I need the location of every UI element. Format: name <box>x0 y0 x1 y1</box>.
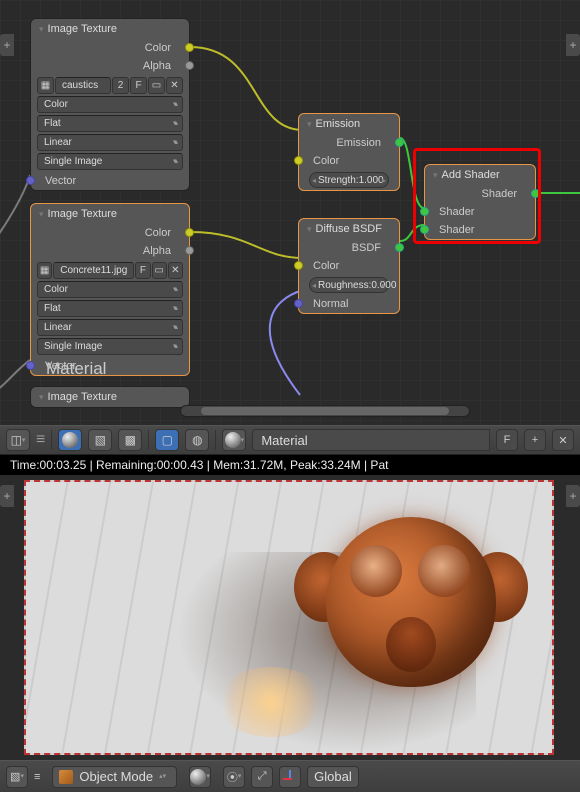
socket-label: Shader <box>482 188 517 200</box>
node-header: Image Texture <box>31 204 189 224</box>
projection-dropdown[interactable]: Flat <box>37 300 183 317</box>
interpolation-dropdown[interactable]: Linear <box>37 319 183 336</box>
editor-type-dropdown[interactable]: ▧▾ <box>6 766 28 788</box>
axes-icon[interactable] <box>279 766 301 788</box>
unlink-material-button[interactable]: ✕ <box>552 429 574 451</box>
socket-label: Color <box>313 260 339 272</box>
node-header: Image Texture <box>31 19 189 39</box>
shader-type-object-icon[interactable] <box>58 429 82 451</box>
image-name-field[interactable]: Concrete11.jpg <box>53 262 134 279</box>
orientation-dropdown[interactable]: Global <box>307 766 359 788</box>
manipulator-toggle[interactable]: ⤢ <box>251 766 273 788</box>
node-diffuse-bsdf[interactable]: Diffuse BSDF BSDF Color Roughness: 0.000… <box>298 218 400 314</box>
material-name-overlay: Material <box>46 359 106 379</box>
image-name-field[interactable]: caustics <box>55 77 111 94</box>
use-nodes-icon[interactable]: ▢ <box>155 429 179 451</box>
socket-label: Shader <box>439 224 474 236</box>
roughness-field[interactable]: Roughness: 0.000 <box>309 277 389 293</box>
horizontal-scrollbar[interactable] <box>180 405 470 417</box>
editor-type-dropdown[interactable]: ◫▾ <box>6 429 30 451</box>
node-header: Add Shader <box>425 165 535 185</box>
render-status-bar: Time:00:03.25 | Remaining:00:00.43 | Mem… <box>0 455 580 475</box>
render-preview <box>24 480 554 755</box>
socket-label: Shader <box>439 206 474 218</box>
node-emission[interactable]: Emission Emission Color Strength: 1.000 <box>298 113 400 191</box>
socket-label: Color <box>313 155 339 167</box>
socket-label: BSDF <box>352 242 381 254</box>
menu-collapse-icon[interactable]: ≡ <box>34 771 40 783</box>
node-image-texture-1[interactable]: Image Texture Color Alpha ▦ caustics 2 F… <box>30 18 190 191</box>
socket-label: Alpha <box>143 245 171 257</box>
node-image-texture-3[interactable]: Image Texture <box>30 386 190 408</box>
menu-collapse-icon[interactable]: ≡ <box>36 431 45 449</box>
interpolation-dropdown[interactable]: Linear <box>37 134 183 151</box>
material-browse-icon[interactable]: ▾ <box>222 429 246 451</box>
open-image-icon[interactable]: ▭ <box>148 77 165 94</box>
open-image-icon[interactable]: ▭ <box>152 262 167 279</box>
user-count[interactable]: 2 <box>112 77 129 94</box>
cube-icon <box>59 770 73 784</box>
socket-label: Color <box>145 42 171 54</box>
node-header: Diffuse BSDF <box>299 219 399 239</box>
socket-label: Vector <box>45 175 76 187</box>
new-material-button[interactable]: + <box>524 429 546 451</box>
source-dropdown[interactable]: Single Image <box>37 338 183 355</box>
socket-label: Alpha <box>143 60 171 72</box>
unlink-icon[interactable]: ✕ <box>168 262 183 279</box>
left-panel-toggle[interactable]: + <box>0 485 14 507</box>
node-header: Emission <box>299 114 399 134</box>
colorspace-dropdown[interactable]: Color <box>37 96 183 113</box>
suzanne-mesh <box>286 497 526 707</box>
world-shader-icon[interactable]: ◍ <box>185 429 209 451</box>
node-editor[interactable]: + + Image Texture Color Alpha ▦ caustics… <box>0 0 580 425</box>
right-panel-toggle[interactable]: + <box>566 485 580 507</box>
shader-type-linestyle-icon[interactable]: ▩ <box>118 429 142 451</box>
colorspace-dropdown[interactable]: Color <box>37 281 183 298</box>
socket-label: Color <box>145 227 171 239</box>
mode-dropdown[interactable]: Object Mode ▴▾ <box>52 766 177 788</box>
shader-type-world-icon[interactable]: ▧ <box>88 429 112 451</box>
left-panel-toggle[interactable]: + <box>0 34 14 56</box>
node-image-texture-2[interactable]: Image Texture Color Alpha ▦ Concrete11.j… <box>30 203 190 376</box>
material-name-field[interactable]: Material <box>252 429 490 451</box>
fake-user-toggle[interactable]: F <box>135 262 150 279</box>
node-editor-toolbar: ◫▾ ≡ ▧ ▩ ▢ ◍ ▾ Material F + ✕ <box>0 425 580 455</box>
socket-label: Emission <box>336 137 381 149</box>
fake-user-toggle[interactable]: F <box>130 77 147 94</box>
pivot-dropdown[interactable]: ⦿▾ <box>223 766 245 788</box>
image-browse-icon[interactable]: ▦ <box>37 77 54 94</box>
fake-user-toggle[interactable]: F <box>496 429 518 451</box>
unlink-icon[interactable]: ✕ <box>166 77 183 94</box>
viewport-toolbar: ▧▾ ≡ Object Mode ▴▾ ▾ ⦿▾ ⤢ Global <box>0 760 580 792</box>
source-dropdown[interactable]: Single Image <box>37 153 183 170</box>
image-browse-icon[interactable]: ▦ <box>37 262 52 279</box>
right-panel-toggle[interactable]: + <box>566 34 580 56</box>
node-header: Image Texture <box>31 387 189 407</box>
shading-dropdown[interactable]: ▾ <box>189 766 211 788</box>
node-add-shader[interactable]: Add Shader Shader Shader Shader <box>424 164 536 240</box>
strength-field[interactable]: Strength: 1.000 <box>309 172 389 188</box>
viewport-3d[interactable]: + + <box>0 475 580 760</box>
socket-label: Normal <box>313 298 348 310</box>
projection-dropdown[interactable]: Flat <box>37 115 183 132</box>
